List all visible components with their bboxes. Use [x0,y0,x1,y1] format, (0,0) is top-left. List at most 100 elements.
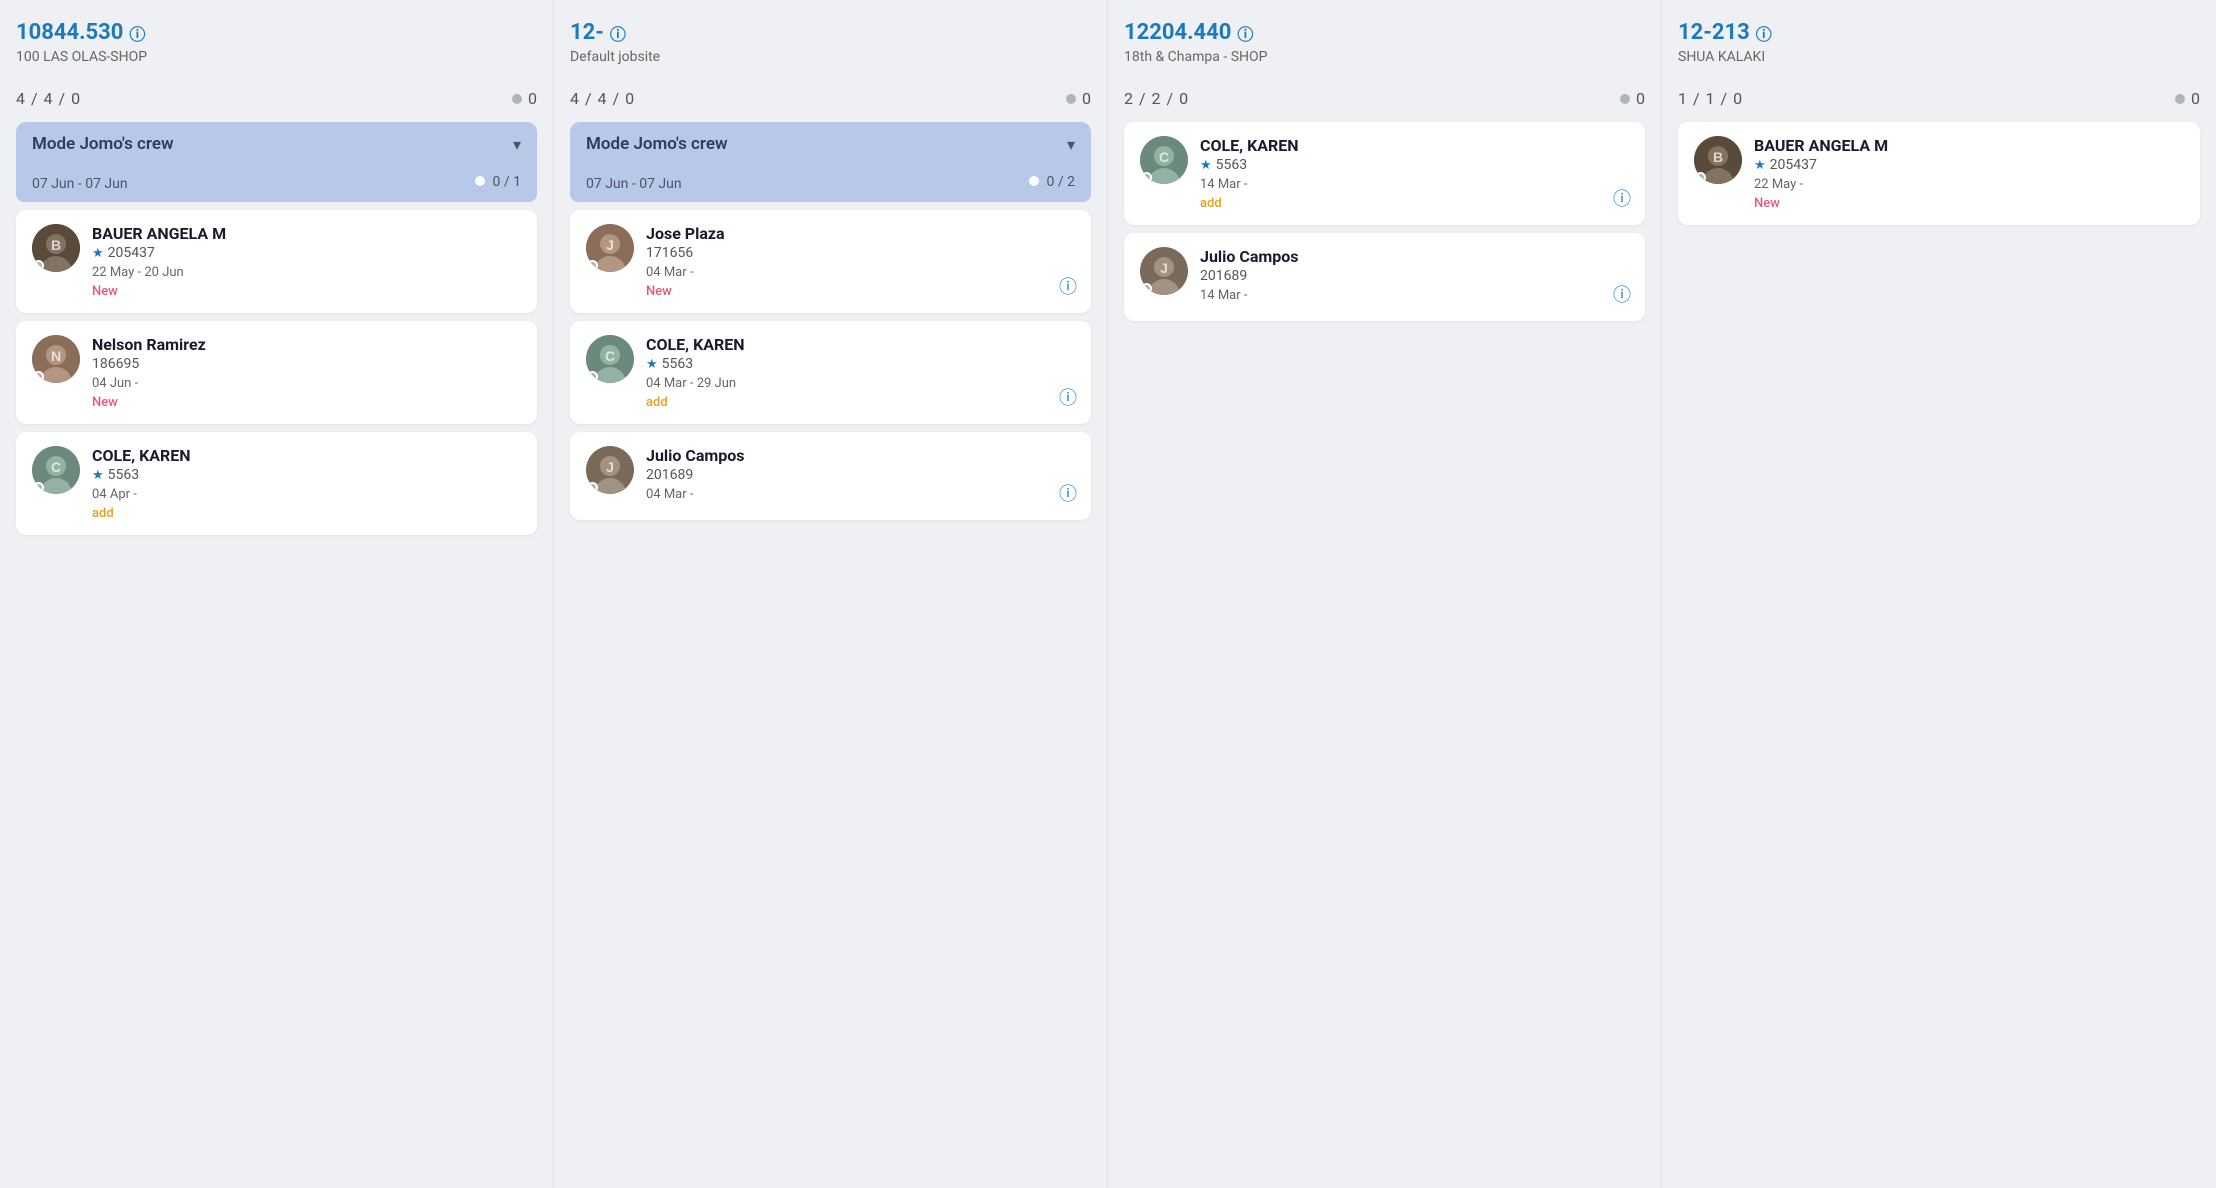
worker-info: Nelson Ramirez 186695 04 Jun - New [92,335,521,410]
star-icon: ★ [92,468,104,483]
worker-card[interactable]: C COLE, KAREN ★ 5563 04 Apr - add [16,432,537,535]
column-stats: 4 / 4 / 0 0 [570,89,1091,108]
worker-dates: 22 May - 20 Jun [92,265,521,280]
crew-count: 0 / 2 [1029,174,1075,190]
column-info-icon[interactable]: ⓘ [1756,21,1772,45]
column-title-text: 12- [570,20,604,45]
info-icon[interactable]: ⓘ [1613,281,1631,307]
worker-card[interactable]: C COLE, KAREN ★ 5563 14 Mar - add ⓘ [1124,122,1645,225]
info-icon[interactable]: ⓘ [1059,273,1077,299]
avatar-status-dot [1141,172,1152,183]
worker-card[interactable]: J Jose Plaza 171656 04 Mar - New ⓘ [570,210,1091,313]
worker-avatar: J [1140,247,1188,295]
column-subtitle: SHUA KALAKI [1678,49,2200,65]
column-stats: 2 / 2 / 0 0 [1124,89,1645,108]
kanban-board: 10844.530 ⓘ 100 LAS OLAS-SHOP 4 / 4 / 0 … [0,0,2216,1188]
worker-avatar: B [1694,136,1742,184]
worker-status-new: New [1754,196,2184,211]
worker-card[interactable]: J Julio Campos 201689 14 Mar - ⓘ [1124,233,1645,321]
worker-name: COLE, KAREN [1200,136,1629,155]
crew-dot [1029,176,1039,186]
worker-name: Nelson Ramirez [92,335,521,354]
avatar-status-dot [1141,283,1152,294]
worker-id: 171656 [646,245,1075,261]
worker-info: COLE, KAREN ★ 5563 14 Mar - add [1200,136,1629,211]
column-header: 12- ⓘ Default jobsite [570,20,1091,77]
worker-card[interactable]: C COLE, KAREN ★ 5563 04 Mar - 29 Jun add… [570,321,1091,424]
chevron-down-icon[interactable]: ▾ [513,135,521,154]
avatar-status-dot [587,482,598,493]
column-title: 12- ⓘ [570,20,1091,45]
column-title: 12-213 ⓘ [1678,20,2200,45]
worker-card[interactable]: J Julio Campos 201689 04 Mar - ⓘ [570,432,1091,520]
svg-text:B: B [1713,149,1723,165]
chevron-down-icon[interactable]: ▾ [1067,135,1075,154]
worker-card[interactable]: N Nelson Ramirez 186695 04 Jun - New [16,321,537,424]
worker-avatar: J [586,446,634,494]
worker-avatar: C [1140,136,1188,184]
worker-status-add: add [1200,196,1629,211]
star-icon: ★ [646,357,658,372]
stats-counts: 1 / 1 / 0 [1678,89,1743,108]
worker-info: COLE, KAREN ★ 5563 04 Mar - 29 Jun add [646,335,1075,410]
info-icon[interactable]: ⓘ [1613,185,1631,211]
crew-dates-row: 07 Jun - 07 Jun 0 / 1 [32,172,521,192]
info-icon[interactable]: ⓘ [1059,480,1077,506]
worker-name: COLE, KAREN [92,446,521,465]
worker-id: ★ 205437 [1754,157,2184,173]
column-stats: 4 / 4 / 0 0 [16,89,537,108]
worker-status-add: add [92,506,521,521]
column-title-text: 12-213 [1678,20,1750,45]
column-col4: 12-213 ⓘ SHUA KALAKI 1 / 1 / 0 0 B BAUER… [1662,0,2216,1188]
worker-card[interactable]: B BAUER ANGELA M ★ 205437 22 May - 20 Ju… [16,210,537,313]
worker-avatar: C [32,446,80,494]
crew-group-header[interactable]: Mode Jomo's crew ▾ 07 Jun - 07 Jun 0 / 2 [570,122,1091,202]
column-subtitle: Default jobsite [570,49,1091,65]
avatar-status-dot [587,371,598,382]
column-col2: 12- ⓘ Default jobsite 4 / 4 / 0 0 Mode J… [554,0,1108,1188]
worker-name: BAUER ANGELA M [1754,136,2184,155]
crew-dates: 07 Jun - 07 Jun [586,176,682,192]
stats-right: 0 [1620,89,1645,108]
worker-card[interactable]: B BAUER ANGELA M ★ 205437 22 May - New [1678,122,2200,225]
worker-name: Julio Campos [1200,247,1629,266]
stats-counts: 2 / 2 / 0 [1124,89,1189,108]
column-info-icon[interactable]: ⓘ [610,21,626,45]
worker-status-new: New [92,395,521,410]
worker-dates: 04 Mar - [646,487,1075,502]
column-info-icon[interactable]: ⓘ [129,21,145,45]
avatar-status-dot [33,260,44,271]
column-col3: 12204.440 ⓘ 18th & Champa - SHOP 2 / 2 /… [1108,0,1662,1188]
stats-counts: 4 / 4 / 0 [16,89,81,108]
svg-text:J: J [1160,260,1168,276]
crew-name: Mode Jomo's crew [32,134,174,154]
worker-id: 186695 [92,356,521,372]
crew-dot [475,176,485,186]
worker-info: Julio Campos 201689 14 Mar - [1200,247,1629,307]
worker-avatar: B [32,224,80,272]
crew-dates-row: 07 Jun - 07 Jun 0 / 2 [586,172,1075,192]
worker-status-add: add [646,395,1075,410]
column-info-icon[interactable]: ⓘ [1237,21,1253,45]
worker-dates: 14 Mar - [1200,177,1629,192]
column-stats: 1 / 1 / 0 0 [1678,89,2200,108]
star-icon: ★ [92,246,104,261]
svg-text:N: N [51,348,61,364]
stats-right: 0 [1066,89,1091,108]
worker-dates: 04 Jun - [92,376,521,391]
crew-group-header[interactable]: Mode Jomo's crew ▾ 07 Jun - 07 Jun 0 / 1 [16,122,537,202]
info-icon[interactable]: ⓘ [1059,384,1077,410]
stats-right: 0 [2175,89,2200,108]
status-dot [512,94,522,104]
worker-avatar: J [586,224,634,272]
worker-dates: 04 Mar - 29 Jun [646,376,1075,391]
svg-text:J: J [606,459,614,475]
avatar-status-dot [1695,172,1706,183]
worker-info: BAUER ANGELA M ★ 205437 22 May - 20 Jun … [92,224,521,299]
column-title-text: 10844.530 [16,20,123,45]
worker-dates: 22 May - [1754,177,2184,192]
worker-info: BAUER ANGELA M ★ 205437 22 May - New [1754,136,2184,211]
star-icon: ★ [1200,158,1212,173]
column-header: 12-213 ⓘ SHUA KALAKI [1678,20,2200,77]
column-subtitle: 18th & Champa - SHOP [1124,49,1645,65]
